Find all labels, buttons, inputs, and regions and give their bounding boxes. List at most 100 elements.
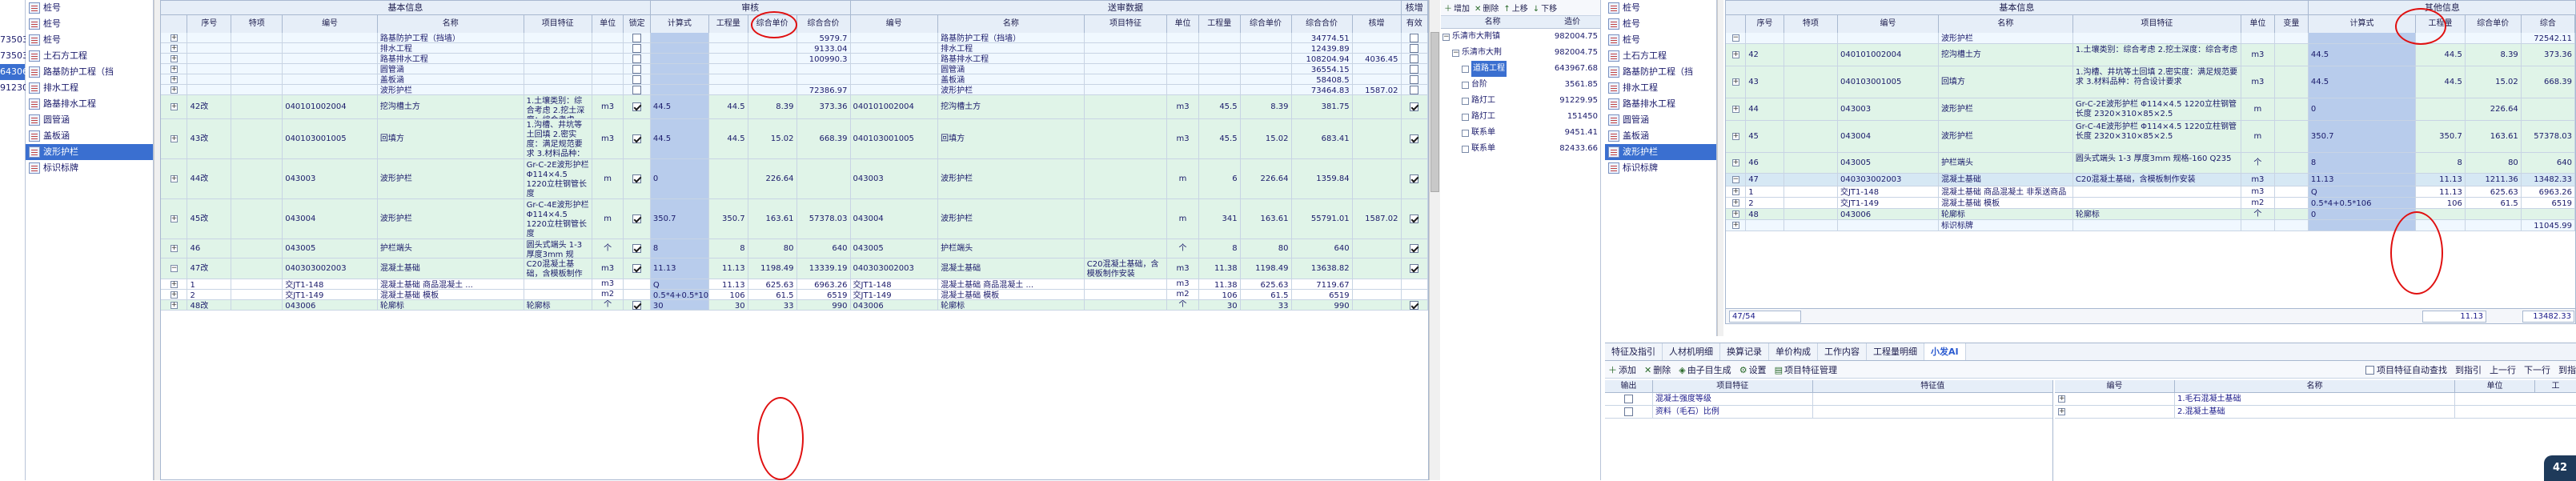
checkbox[interactable] <box>632 74 642 84</box>
tree-item[interactable]: 路基排水工程 <box>1605 96 1716 112</box>
column-header[interactable]: 项目特征 <box>524 15 592 33</box>
expand-icon[interactable] <box>1462 145 1469 153</box>
tree-item[interactable]: 路基防护工程（挡 <box>1605 64 1716 80</box>
project-toolbar-button[interactable]: ↓ 下移 <box>1533 2 1557 14</box>
expand-icon[interactable]: + <box>170 103 178 110</box>
assistant-badge[interactable]: 42 <box>2544 455 2576 481</box>
checkbox[interactable] <box>632 264 642 273</box>
tree-item[interactable]: 波形护栏 <box>26 144 153 160</box>
table-row[interactable]: +1 交JT1-148 混凝土基础 商品混凝土 非泵送商品混凝土 C20 m3 Q 11.… <box>1726 186 2575 198</box>
cell--_exp[interactable]: + <box>161 239 188 258</box>
expand-icon[interactable]: + <box>170 34 178 42</box>
project-toolbar-button[interactable]: ↑ 上移 <box>1503 2 1527 14</box>
cell-valid[interactable] <box>1402 199 1428 238</box>
cell-valid[interactable] <box>1402 259 1428 279</box>
cell-valid[interactable] <box>1402 119 1428 158</box>
tree-item[interactable]: 盖板涵 <box>26 128 153 144</box>
project-tree-item[interactable]: 路灯工 151450 <box>1441 109 1600 125</box>
table-row[interactable]: − 47改 040303002003 混凝土基础 C20混凝土基础，含模板制作安装 m3 1… <box>161 259 1428 279</box>
expand-icon[interactable]: + <box>1731 78 1739 86</box>
table-row[interactable]: + 盖板涵 盖板涵 58408.5 <box>161 74 1428 85</box>
tree-item[interactable]: 圆管涵 <box>1605 112 1716 128</box>
project-toolbar-button[interactable]: ＋增加 <box>1444 2 1470 14</box>
feature-value[interactable] <box>1813 406 2052 418</box>
left-tree-scrollbar[interactable] <box>154 0 160 480</box>
cell--_exp[interactable]: + <box>161 290 188 299</box>
cell-valid[interactable] <box>1402 54 1428 63</box>
cell--_exp[interactable]: + <box>161 43 188 53</box>
column-header[interactable]: 编号 <box>850 15 939 33</box>
cell-valid[interactable] <box>1402 43 1428 53</box>
expand-icon[interactable] <box>1462 81 1469 89</box>
tab-3[interactable]: 单价构成 <box>1769 343 1818 360</box>
tree-item[interactable]: 排水工程 <box>1605 80 1716 96</box>
cell--_exp[interactable]: − <box>161 259 188 279</box>
expand-icon[interactable]: − <box>1731 176 1739 183</box>
column-header[interactable] <box>1726 15 1747 33</box>
cell-lock[interactable] <box>624 64 651 74</box>
column-header[interactable]: 单位 <box>2241 15 2275 33</box>
expand-icon[interactable]: + <box>2058 395 2065 403</box>
detail-toolbar-button[interactable]: ▤ 项目特征管理 <box>1775 363 1837 376</box>
table-row[interactable]: +42 040101002004 挖沟槽土方 1.土壤类别：综合考虑 2.挖土深度：综… <box>1726 44 2575 66</box>
column-header[interactable]: 序号 <box>1746 15 1784 33</box>
tab-0[interactable]: 特征及指引 <box>1605 343 1663 360</box>
cell-lock[interactable] <box>624 74 651 84</box>
checkbox[interactable] <box>632 102 642 111</box>
cell-lock[interactable] <box>624 199 651 238</box>
checkbox[interactable] <box>632 244 642 253</box>
cell-lock[interactable] <box>624 119 651 158</box>
column-header[interactable]: 工程量 <box>1198 15 1241 33</box>
expand-icon[interactable]: − <box>1452 49 1459 57</box>
cell--_exp[interactable]: + <box>161 199 188 238</box>
checkbox[interactable] <box>632 33 642 42</box>
table-row[interactable]: +46 043005 护栏端头 圆头式端头 1-3 厚度3mm 规格-160 Q235… <box>161 239 1428 259</box>
guide-row[interactable]: +2.混凝土基础 <box>2055 406 2576 419</box>
table-row[interactable]: +44改 043003 波形护栏 Gr-C-2E波形护栏 Φ114×4.5 1220立… <box>161 159 1428 199</box>
column-header[interactable]: 综合 <box>2521 15 2575 33</box>
cell--_exp[interactable]: + <box>161 300 188 310</box>
cell-valid[interactable] <box>1402 239 1428 258</box>
tab-6[interactable]: 小发AI <box>1924 343 1966 360</box>
cell-valid[interactable] <box>1402 33 1428 42</box>
cell-lock[interactable] <box>624 95 651 118</box>
column-header[interactable]: 计算式 <box>650 15 709 33</box>
column-header[interactable]: 变量 <box>2274 15 2309 33</box>
cell-valid[interactable] <box>1402 85 1428 94</box>
table-row[interactable]: +42改 040101002004 挖沟槽土方 1.土壤类别：综合考虑 2.挖土深度：… <box>161 95 1428 119</box>
column-header[interactable]: 综合单价 <box>1240 15 1292 33</box>
expand-icon[interactable]: + <box>170 75 178 83</box>
cell-exp[interactable]: + <box>1726 209 1747 219</box>
checkbox[interactable] <box>1410 64 1419 74</box>
column-header[interactable]: 有效 <box>1401 15 1428 33</box>
cell-lock[interactable] <box>624 279 651 289</box>
cell-exp[interactable]: − <box>1726 174 1747 186</box>
feature-row[interactable]: 资料（毛石）比例 <box>1605 406 2052 419</box>
tab-4[interactable]: 工作内容 <box>1818 343 1867 360</box>
tree-item[interactable]: 路基防护工程（挡 <box>26 64 153 80</box>
detail-toolbar-right-button[interactable]: 到指引 <box>2455 363 2482 376</box>
column-header[interactable]: 单位 <box>592 15 624 33</box>
tree-item[interactable]: 桩号 <box>26 32 153 48</box>
cell--_exp[interactable]: + <box>161 85 188 94</box>
expand-icon[interactable]: + <box>170 86 178 94</box>
column-header[interactable]: 工程量 <box>708 15 748 33</box>
cell-lock[interactable] <box>624 43 651 53</box>
tab-2[interactable]: 换算记录 <box>1720 343 1769 360</box>
checkbox[interactable] <box>632 43 642 53</box>
expand-icon[interactable]: + <box>170 175 178 182</box>
checkbox[interactable] <box>1410 85 1419 94</box>
table-row[interactable]: +45改 043004 波形护栏 Gr-C-4E波形护栏 Φ114×4.5 1220立… <box>161 199 1428 239</box>
tree-item[interactable]: 排水工程 <box>26 80 153 96</box>
tree-item[interactable]: 标识标牌 <box>26 160 153 176</box>
tree-item[interactable]: 土石方工程 <box>1605 48 1716 64</box>
table-row[interactable]: +43 040103001005 回填方 1.沟槽、井坑等土回填 2.密实度：满足规范… <box>1726 66 2575 98</box>
expand-icon[interactable]: + <box>1731 199 1739 206</box>
expand-icon[interactable]: + <box>170 291 178 299</box>
cell-lock[interactable] <box>624 159 651 198</box>
table-row[interactable]: + 标识标牌 11045.99 <box>1726 220 2575 231</box>
table-row[interactable]: + 波形护栏 72386.97 波形护栏 73464.83 1587.02 <box>161 85 1428 95</box>
checkbox[interactable] <box>1410 264 1419 273</box>
cell--_exp[interactable]: + <box>161 279 188 289</box>
output-checkbox[interactable] <box>1623 395 1633 403</box>
